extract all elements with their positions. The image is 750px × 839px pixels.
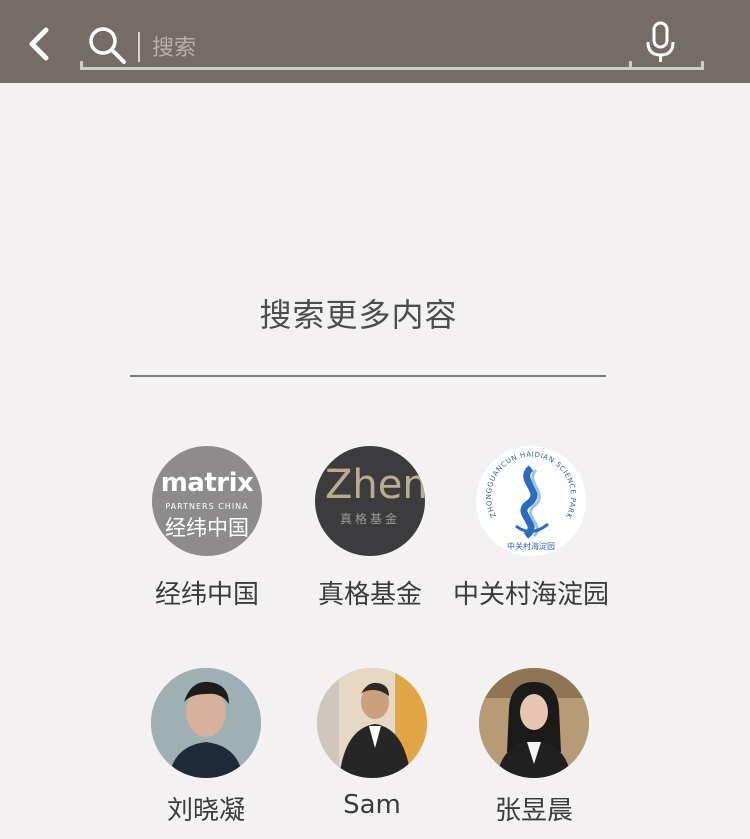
search-underline: [80, 67, 704, 70]
microphone-icon[interactable]: [642, 20, 680, 66]
matrix-logo-wordmark: matrix: [160, 468, 254, 498]
suggestion-label: 张昱晨: [494, 796, 573, 826]
suggestion-item-zhen[interactable]: Zhen 真格基金 真格基金: [282, 446, 458, 611]
matrix-logo-subtitle: PARTNERS CHINA: [165, 502, 249, 511]
suggestion-label: 经纬中国: [154, 580, 259, 610]
matrix-logo: matrix PARTNERS CHINA 经纬中国: [152, 446, 262, 556]
zhen-logo-wordmark: Zhen: [325, 462, 425, 508]
suggestion-label: 中关村海淀园: [452, 580, 609, 610]
matrix-logo-cn: 经纬中国: [165, 516, 249, 540]
suggestion-item-person-2[interactable]: Sam: [284, 668, 460, 820]
suggestion-item-person-3[interactable]: 张昱晨: [446, 668, 622, 827]
suggestion-item-person-1[interactable]: 刘晓凝: [118, 668, 294, 827]
zhen-logo-cn: 真格基金: [339, 512, 400, 526]
person-avatar: [151, 668, 261, 778]
underline-tick-left: [80, 61, 83, 70]
person-photo: [479, 668, 589, 778]
underline-tick-mid: [629, 61, 632, 70]
zhongguancun-logo: ZHONGGUANCUN HAIDIAN SCIENCE PARK 中关村海淀园: [476, 446, 586, 556]
suggestion-item-matrix[interactable]: matrix PARTNERS CHINA 经纬中国 经纬中国: [119, 446, 295, 611]
suggestion-label: 真格基金: [317, 580, 422, 610]
person-photo: [151, 668, 261, 778]
underline-tick-right: [701, 61, 704, 70]
search-input[interactable]: [150, 28, 624, 68]
text-caret: [138, 32, 140, 62]
person-avatar: [479, 668, 589, 778]
suggestion-label: 刘晓凝: [166, 796, 245, 826]
back-button[interactable]: [22, 22, 58, 66]
search-icon: [89, 27, 126, 64]
search-more-heading: 搜索更多内容: [259, 296, 458, 334]
chevron-left-icon: [29, 27, 49, 61]
search-field[interactable]: [80, 18, 704, 70]
zhen-fund-logo: Zhen 真格基金: [315, 446, 425, 556]
suggestion-label: Sam: [343, 790, 401, 820]
heading-divider: [130, 375, 606, 377]
person-avatar: [317, 668, 427, 778]
zhongguancun-emblem: ZHONGGUANCUN HAIDIAN SCIENCE PARK 中关村海淀园: [485, 451, 576, 551]
suggestion-item-zgc[interactable]: ZHONGGUANCUN HAIDIAN SCIENCE PARK 中关村海淀园…: [443, 446, 619, 611]
zgc-logo-cn: 中关村海淀园: [507, 541, 555, 551]
top-search-bar: [0, 0, 750, 83]
person-photo: [317, 668, 427, 778]
